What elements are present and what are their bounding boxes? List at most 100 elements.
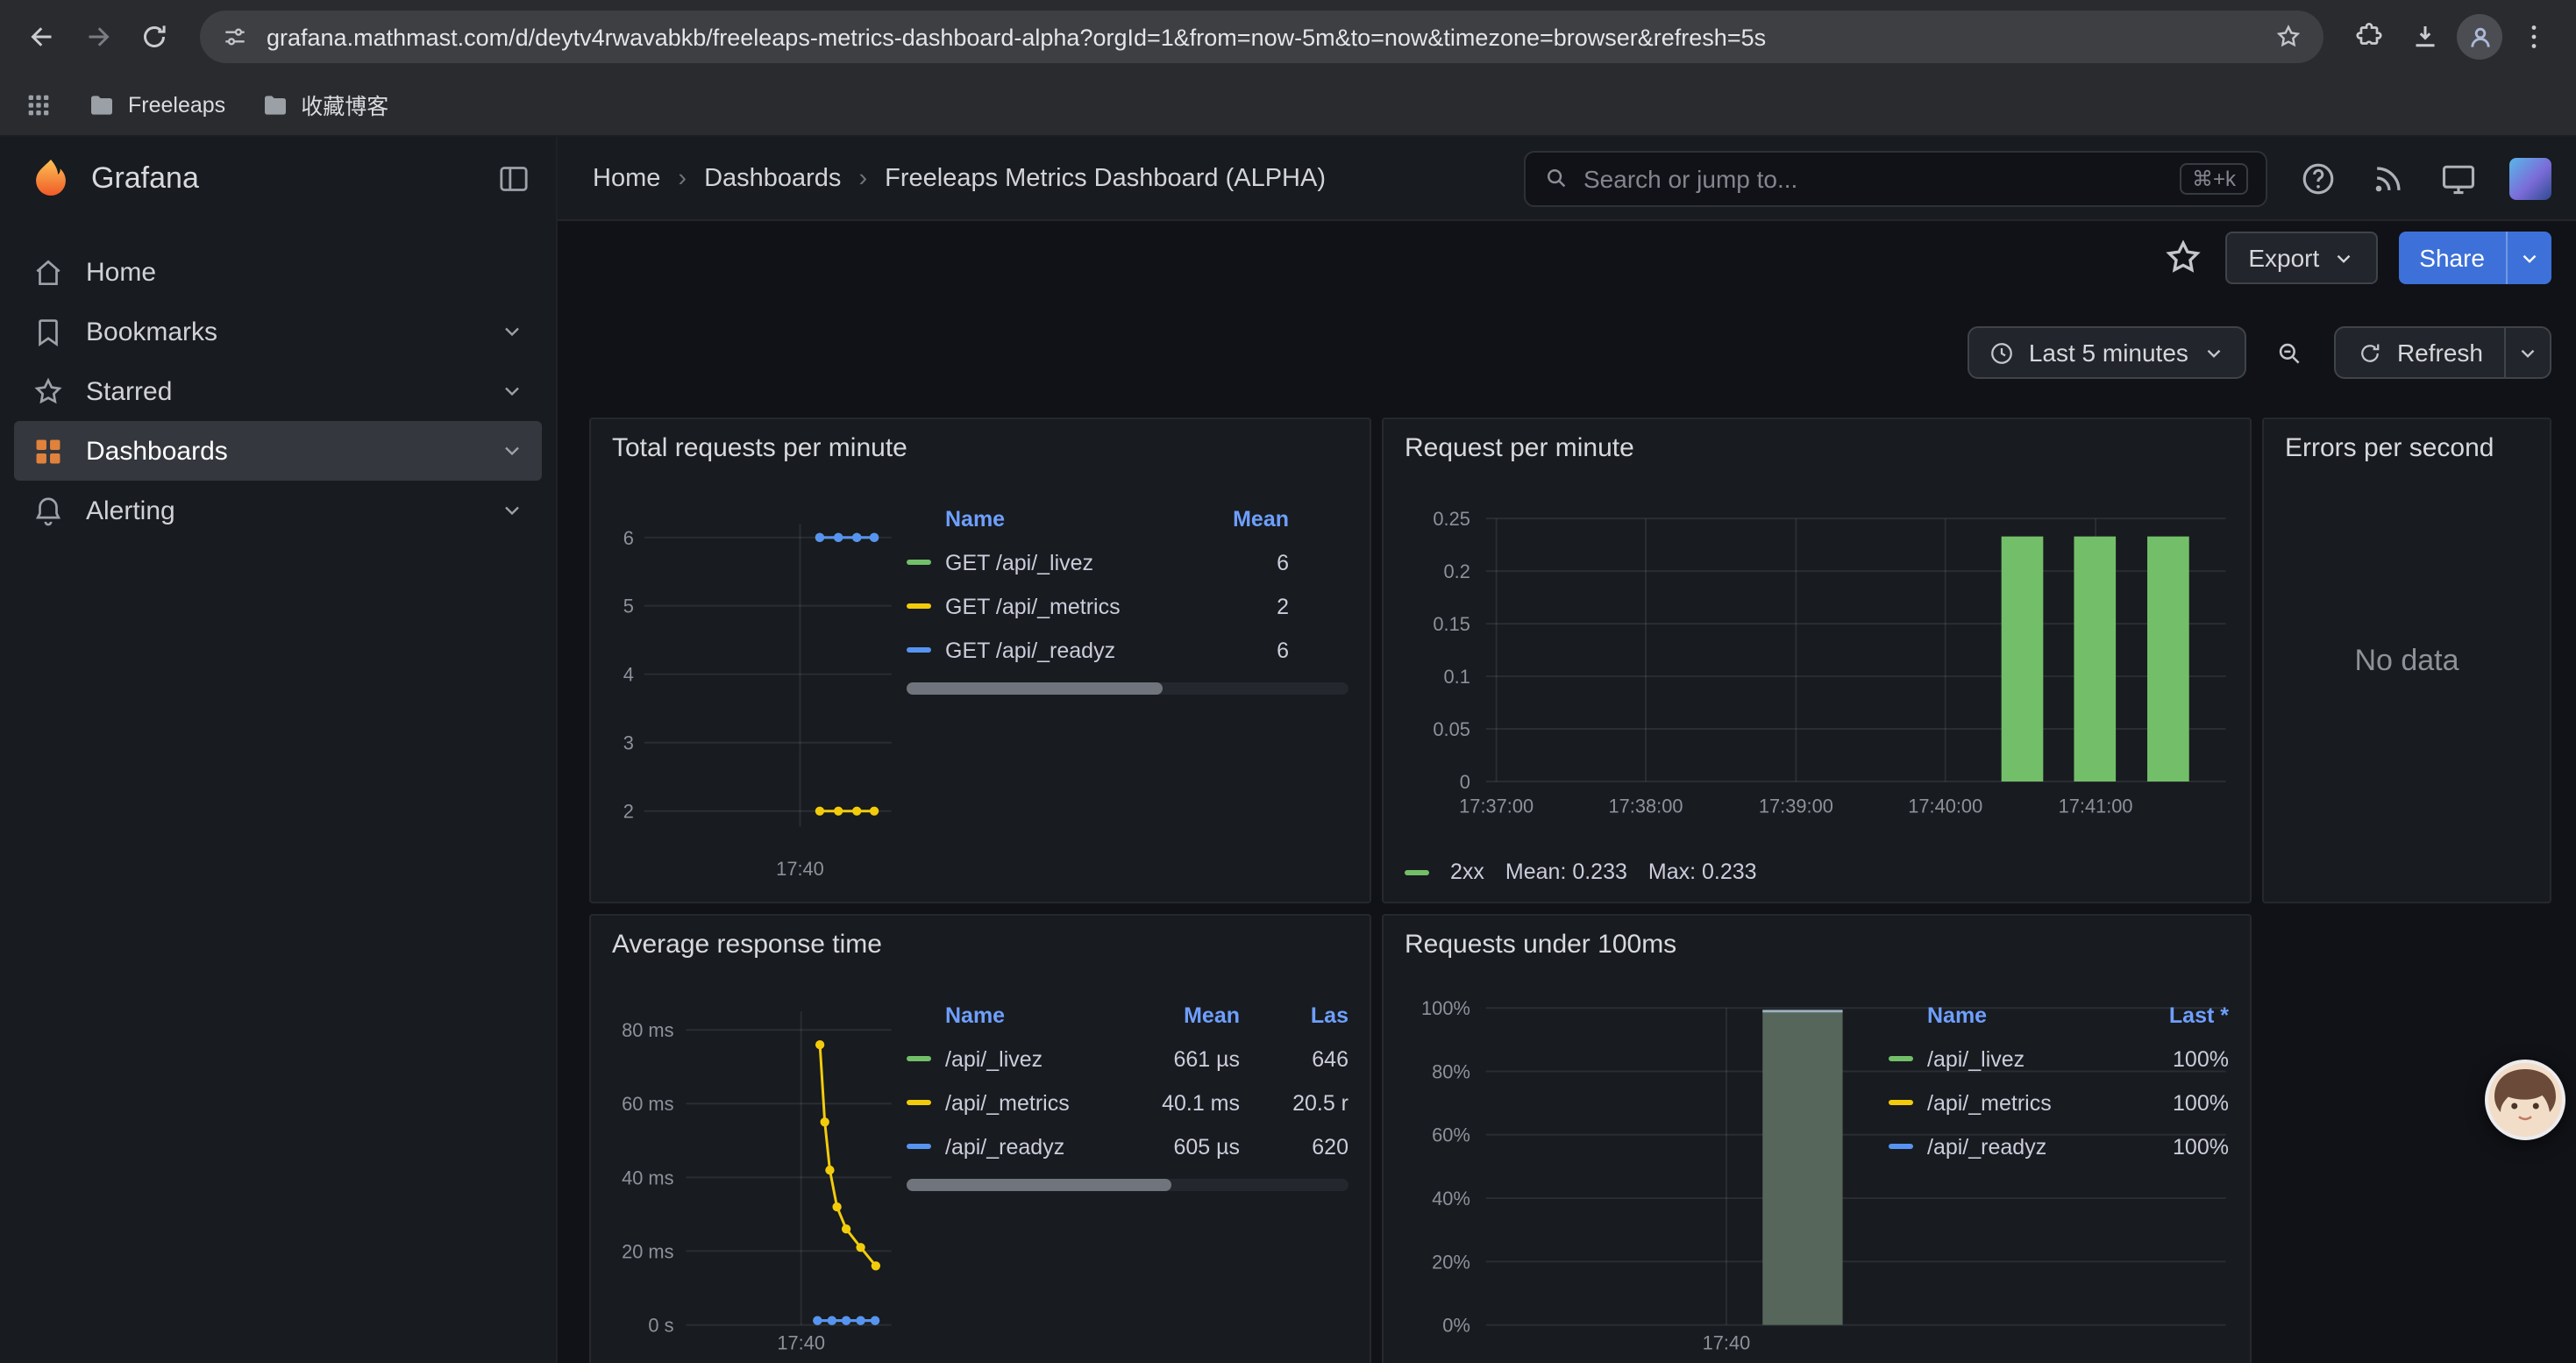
series-last: 20.5 r (1240, 1090, 1348, 1115)
refresh-main[interactable]: Refresh (2336, 328, 2504, 377)
chevron-down-icon[interactable] (500, 439, 524, 463)
series-name[interactable]: /api/_readyz (1927, 1134, 2117, 1159)
legend-scrollbar[interactable] (907, 682, 1348, 695)
svg-text:0 s: 0 s (648, 1315, 673, 1337)
extensions-button[interactable] (2345, 12, 2394, 61)
panel-title[interactable]: Errors per second (2285, 433, 2494, 463)
help-icon[interactable] (2299, 159, 2338, 197)
zoom-out-button[interactable] (2264, 326, 2316, 379)
refresh-icon (2357, 339, 2383, 366)
export-button[interactable]: Export (2225, 232, 2377, 284)
forward-button[interactable] (74, 12, 123, 61)
bookmark-star-icon[interactable] (2274, 23, 2302, 51)
panel-total-requests: Total requests per minute 6543217:40 Nam… (589, 417, 1371, 903)
series-name[interactable]: 2xx (1450, 860, 1484, 884)
user-avatar[interactable] (2509, 157, 2551, 199)
time-range-picker[interactable]: Last 5 minutes (1968, 326, 2246, 379)
news-rss-icon[interactable] (2369, 159, 2408, 197)
series-name[interactable]: GET /api/_readyz (945, 638, 1184, 662)
legend-scrollbar[interactable] (907, 1179, 1348, 1191)
breadcrumb-home[interactable]: Home (593, 164, 660, 192)
chevron-down-icon[interactable] (500, 379, 524, 403)
search-shortcut: ⌘+k (2180, 162, 2248, 194)
sidebar-header: Grafana (0, 137, 556, 221)
series-swatch (1889, 1100, 1913, 1105)
dock-menu-icon[interactable] (496, 161, 531, 196)
series-name[interactable]: /api/_readyz (945, 1134, 1117, 1159)
panel-title[interactable]: Total requests per minute (612, 433, 907, 463)
monitor-icon[interactable] (2439, 159, 2478, 197)
legend-header: Name Mean (907, 496, 1348, 540)
svg-text:3: 3 (623, 732, 634, 754)
person-icon (2465, 22, 2494, 52)
downloads-button[interactable] (2401, 12, 2450, 61)
kebab-menu-icon (2518, 21, 2550, 53)
legend-mean-header[interactable]: Mean (1184, 506, 1289, 531)
sidebar-item-home[interactable]: Home (14, 242, 542, 302)
series-swatch (1889, 1144, 1913, 1149)
sidebar-item-starred[interactable]: Starred (14, 361, 542, 421)
sidebar-item-dashboards[interactable]: Dashboards (14, 421, 542, 481)
series-swatch (907, 1100, 931, 1105)
apps-grid-icon[interactable] (25, 90, 53, 118)
series-name[interactable]: /api/_metrics (1927, 1090, 2117, 1115)
bookmark-icon (32, 315, 65, 348)
legend-mean-header[interactable]: Mean (1117, 1003, 1240, 1027)
search-input[interactable] (1583, 164, 2166, 192)
legend-row: /api/_readyz 100% (1889, 1124, 2229, 1168)
legend-name-header[interactable]: Name (1927, 1003, 2117, 1027)
bookmark-freeleaps[interactable]: Freeleaps (88, 90, 225, 118)
chevron-down-icon[interactable] (500, 319, 524, 344)
series-name[interactable]: /api/_livez (945, 1046, 1117, 1071)
series-name[interactable]: GET /api/_metrics (945, 594, 1184, 618)
back-arrow-icon (26, 21, 58, 53)
floating-avatar[interactable] (2485, 1060, 2565, 1140)
top-header: Home › Dashboards › Freeleaps Metrics Da… (558, 137, 2576, 221)
svg-text:20 ms: 20 ms (622, 1240, 674, 1262)
svg-text:4: 4 (623, 664, 634, 686)
main-area: Home › Dashboards › Freeleaps Metrics Da… (558, 137, 2576, 1363)
series-name[interactable]: /api/_livez (1927, 1046, 2117, 1071)
scrollbar-thumb[interactable] (907, 1179, 1171, 1191)
grafana-logo[interactable] (28, 156, 74, 202)
panel-avg-response-time: Average response time 80 ms60 ms40 ms20 … (589, 914, 1371, 1363)
breadcrumb-dashboards[interactable]: Dashboards (704, 164, 841, 192)
sidebar-item-bookmarks[interactable]: Bookmarks (14, 302, 542, 361)
legend-name-header[interactable]: Name (945, 1003, 1117, 1027)
dashboard-toolbar: Export Share (558, 221, 2576, 295)
back-button[interactable] (18, 12, 67, 61)
legend-last-header[interactable]: Last * (2117, 1003, 2229, 1027)
favorite-star-icon[interactable] (2162, 237, 2204, 279)
svg-text:20%: 20% (1432, 1251, 1470, 1273)
share-menu-caret[interactable] (2506, 232, 2551, 284)
no-data-message: No data (2264, 643, 2550, 678)
svg-text:0: 0 (1460, 771, 1470, 793)
sidebar-item-alerting[interactable]: Alerting (14, 481, 542, 540)
search-box[interactable]: ⌘+k (1524, 150, 2267, 206)
panel-title[interactable]: Requests under 100ms (1405, 930, 1676, 960)
browser-profile-button[interactable] (2457, 14, 2502, 60)
reload-button[interactable] (130, 12, 179, 61)
series-name[interactable]: GET /api/_livez (945, 550, 1184, 574)
share-button[interactable]: Share (2398, 232, 2551, 284)
url-text: grafana.mathmast.com/d/deytv4rwavabkb/fr… (267, 24, 2257, 50)
legend-table: Name Mean GET /api/_livez 6 GET /api/_me… (907, 496, 1348, 695)
series-last: 100% (2117, 1134, 2229, 1159)
scrollbar-thumb[interactable] (907, 682, 1163, 695)
series-swatch (907, 1144, 931, 1149)
series-swatch (1405, 869, 1429, 874)
panel-title[interactable]: Average response time (612, 930, 882, 960)
url-bar[interactable]: grafana.mathmast.com/d/deytv4rwavabkb/fr… (200, 11, 2323, 63)
bookmark-blog-folder[interactable]: 收藏博客 (260, 88, 388, 121)
series-max-stat: Max: 0.233 (1648, 860, 1757, 884)
series-mean: 2 (1184, 594, 1289, 618)
refresh-button[interactable]: Refresh (2334, 326, 2551, 379)
refresh-interval-caret[interactable] (2504, 328, 2550, 377)
panel-title[interactable]: Request per minute (1405, 433, 1634, 463)
bookmarks-bar: Freeleaps 收藏博客 (0, 74, 2576, 137)
legend-last-header[interactable]: Las (1240, 1003, 1348, 1027)
browser-menu-button[interactable] (2509, 12, 2558, 61)
series-name[interactable]: /api/_metrics (945, 1090, 1117, 1115)
legend-name-header[interactable]: Name (945, 506, 1184, 531)
chevron-down-icon[interactable] (500, 498, 524, 523)
